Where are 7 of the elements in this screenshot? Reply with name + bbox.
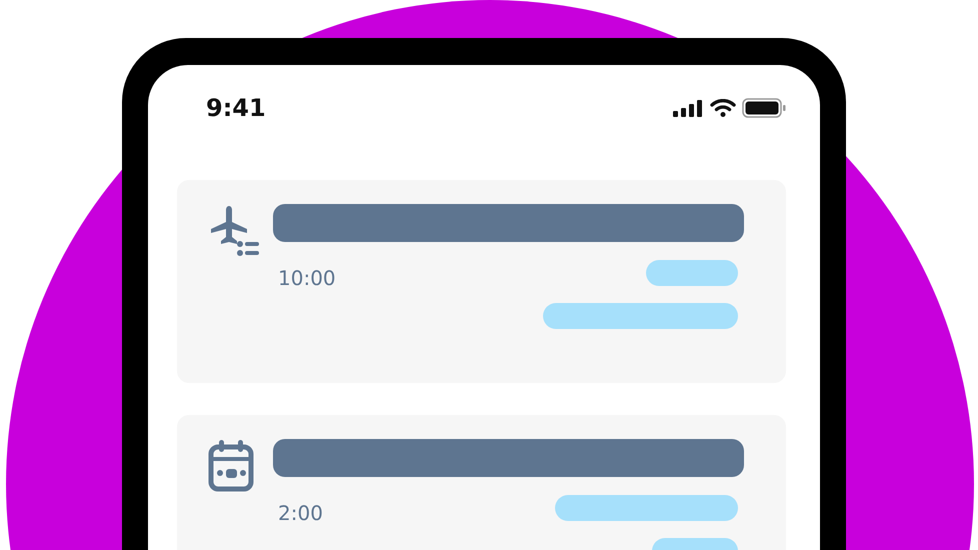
wifi-icon bbox=[710, 99, 736, 117]
status-time: 9:41 bbox=[206, 94, 266, 122]
card-time: 10:00 bbox=[278, 266, 336, 292]
card-time: 2:00 bbox=[278, 501, 323, 527]
battery-icon bbox=[742, 98, 786, 118]
calendar-icon bbox=[207, 439, 255, 493]
signal-icon bbox=[672, 99, 704, 117]
